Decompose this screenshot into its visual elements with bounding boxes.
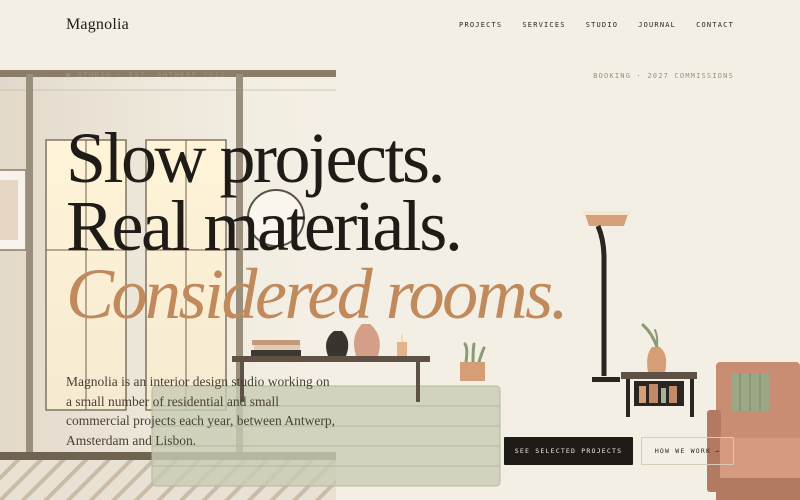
nav-link-journal[interactable]: JOURNAL — [638, 21, 676, 29]
brand-logo[interactable]: Magnolia — [66, 16, 129, 34]
headline-line-1: Slow projects. — [66, 118, 445, 198]
hero-eyebrow-left: ● STUDIO · EST. ANTWERP 2012 — [66, 71, 227, 79]
headline-line-3: Considered rooms. — [66, 254, 569, 334]
candle — [397, 334, 407, 356]
hero-intro-paragraph: Magnolia is an interior design studio wo… — [66, 374, 335, 448]
window-post-left — [26, 74, 33, 466]
arrow-right-icon: → — [715, 447, 721, 455]
floor-lamp — [583, 211, 630, 382]
see-selected-projects-button[interactable]: SEE SELECTED PROJECTS — [504, 437, 633, 465]
how-we-work-button[interactable]: HOW WE WORK → — [641, 437, 734, 465]
how-we-work-label: HOW WE WORK — [654, 447, 712, 455]
armchair — [707, 362, 800, 500]
headline-line-2: Real materials. — [66, 186, 463, 266]
book-stack — [251, 340, 301, 356]
side-table — [621, 372, 697, 417]
top-navigation: Magnolia PROJECTS SERVICES STUDIO JOURNA… — [0, 0, 800, 52]
main-menu: PROJECTS SERVICES STUDIO JOURNAL CONTACT — [459, 21, 734, 29]
side-table-vase — [641, 323, 667, 372]
nav-link-projects[interactable]: PROJECTS — [459, 21, 502, 29]
nav-link-studio[interactable]: STUDIO — [586, 21, 619, 29]
booking-status: BOOKING · 2027 COMMISSIONS — [593, 72, 734, 80]
nav-link-services[interactable]: SERVICES — [522, 21, 565, 29]
nav-link-contact[interactable]: CONTACT — [696, 21, 734, 29]
hero-headline: Slow projects. Real materials. Considere… — [66, 118, 569, 334]
wall-picture-frame — [0, 169, 27, 251]
potted-plant — [460, 342, 486, 381]
